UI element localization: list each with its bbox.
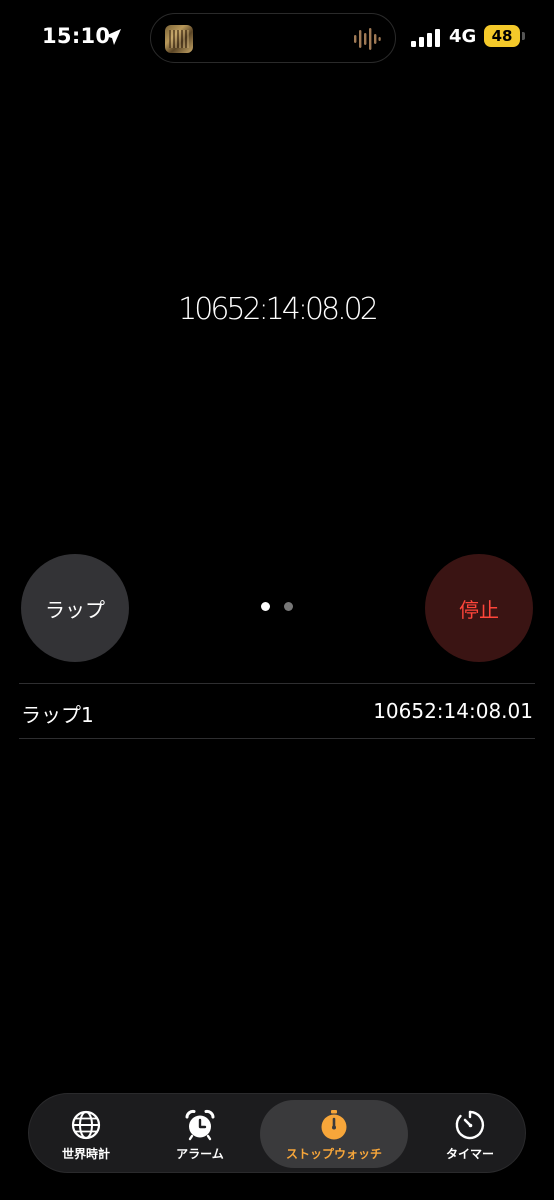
lap-row: ラップ1 10652:14:08.01 xyxy=(19,684,535,738)
page-dot-1 xyxy=(261,602,270,611)
elapsed-time-display: 10652:14:08.02 xyxy=(178,292,379,327)
lap-button-label: ラップ xyxy=(45,597,105,622)
status-bar: 15:10 4G 48 xyxy=(0,0,554,76)
status-time: 15:10 xyxy=(42,24,111,48)
tab-world-clock-label: 世界時計 xyxy=(61,1147,110,1161)
page-dot-2 xyxy=(284,602,293,611)
stop-button[interactable]: 停止 xyxy=(425,554,533,662)
now-playing-artwork xyxy=(165,25,193,53)
battery-indicator: 48 xyxy=(484,25,520,47)
tab-alarm-label: アラーム xyxy=(176,1147,224,1161)
stop-button-label: 停止 xyxy=(459,597,499,622)
tab-world-clock[interactable]: 世界時計 xyxy=(39,1100,133,1168)
battery-cap xyxy=(522,32,525,40)
tab-bar: 世界時計 アラーム ストップウォッチ タイマー xyxy=(28,1093,526,1173)
location-arrow-icon xyxy=(105,29,121,45)
network-type: 4G xyxy=(449,26,477,47)
globe-icon xyxy=(71,1110,101,1140)
tab-timer-label: タイマー xyxy=(445,1147,494,1161)
cellular-signal-icon xyxy=(411,29,440,47)
audio-waveform-icon xyxy=(354,28,381,50)
lap-list-bottom-divider xyxy=(19,738,535,739)
timer-icon xyxy=(455,1110,485,1140)
tab-timer[interactable]: タイマー xyxy=(423,1100,517,1168)
lap-button[interactable]: ラップ xyxy=(21,554,129,662)
alarm-clock-icon xyxy=(185,1109,215,1141)
tab-alarm[interactable]: アラーム xyxy=(153,1100,247,1168)
tab-stopwatch[interactable]: ストップウォッチ xyxy=(260,1100,408,1168)
stopwatch-icon xyxy=(321,1110,347,1140)
lap-row-label: ラップ1 xyxy=(21,703,94,727)
page-indicator[interactable] xyxy=(261,602,295,612)
dynamic-island[interactable] xyxy=(150,13,396,63)
tab-stopwatch-label: ストップウォッチ xyxy=(285,1147,382,1161)
lap-row-time: 10652:14:08.01 xyxy=(373,699,533,723)
